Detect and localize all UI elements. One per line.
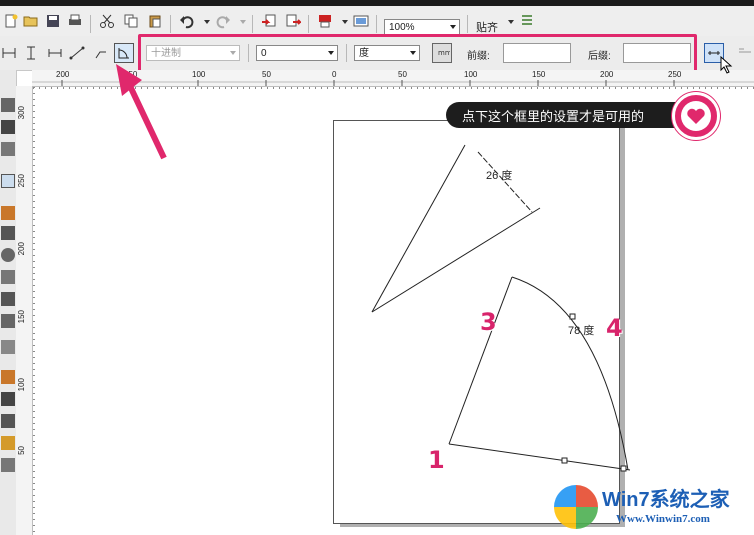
upper-line-left — [371, 144, 466, 313]
angle-arc-right — [511, 276, 629, 471]
pink-arrow-head — [116, 64, 142, 96]
annotation-text: 点下这个框里的设置才是可用的 — [462, 108, 645, 124]
heart-badge — [672, 92, 720, 140]
annotation-tooltip: 点下这个框里的设置才是可用的 — [446, 102, 691, 128]
lower-line-left — [448, 276, 513, 445]
watermark-url: Www.Winwin7.com — [616, 513, 710, 525]
upper-line-right — [371, 207, 541, 313]
watermark: Win7系统之家 Www.Winwin7.com — [554, 479, 754, 535]
heart-icon — [687, 108, 705, 124]
angle-top-label: 26 度 — [486, 170, 513, 182]
watermark-title: Win7系统之家 — [602, 489, 730, 511]
cursor-icon — [720, 56, 733, 74]
step-number-1: 1 — [428, 446, 445, 474]
dimension-drawing — [116, 64, 631, 472]
handle-node — [569, 313, 576, 320]
pink-arrow-shaft — [127, 84, 167, 160]
angle-right-label: 78 度 — [568, 325, 595, 337]
step-number-3: 3 — [480, 308, 497, 336]
windows-logo-icon — [554, 485, 598, 529]
handle-node — [561, 457, 568, 464]
lower-line-base — [448, 443, 631, 471]
handle-node — [620, 465, 627, 472]
step-number-4: 4 — [606, 314, 623, 342]
